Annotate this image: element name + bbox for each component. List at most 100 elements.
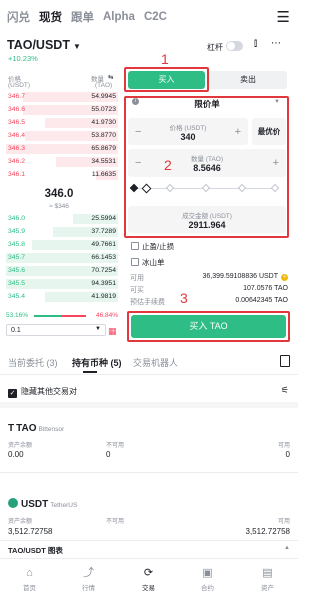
tab-alpha[interactable]: Alpha [103,11,135,23]
menu-icon[interactable]: ☰ [277,8,290,26]
chevron-up-icon: ▲ [284,545,290,551]
wallet-icon: ▤ [262,567,273,579]
col-balance: 资产余额 [8,443,33,449]
annotation-box-2 [124,96,289,238]
more-icon[interactable]: ⋯ [271,38,281,49]
ask-price: 346.1 [8,171,26,178]
tab-holdings[interactable]: 持有币种 (5) [72,356,122,369]
tab-copy-trading[interactable]: 跟单 [71,9,94,25]
ask-qty: 53.8770 [91,132,116,139]
bid-qty: 66.1453 [91,254,116,261]
ask-row[interactable]: 346.5 41.9730 [0,117,118,129]
candlestick-icon[interactable]: ⫾ [254,38,257,49]
nav-label: 资产 [261,585,274,592]
bid-qty: 37.7289 [91,228,116,235]
bid-qty: 70.7254 [91,267,116,274]
ask-price: 346.3 [8,145,26,152]
ask-qty: 41.9730 [91,119,116,126]
col-available: 可用 [277,443,290,449]
col-balance: 资产余额 [8,519,33,525]
nav-markets[interactable]: ⤴ 行情 [59,559,118,601]
col-unavailable: 不可用 [106,443,125,449]
ob-price-unit: (USDT) [8,82,31,89]
can-buy-value: 107.0576 TAO [243,285,288,292]
asset-name-tao: T TAO Bittensor [8,418,290,436]
hide-other-label: 隐藏其他交易对 [21,387,77,396]
hide-other-pairs-checkbox[interactable]: ✓ 隐藏其他交易对 [8,386,77,398]
filter-icon[interactable]: ⚟ [281,385,289,396]
ob-qty-unit: (TAO) [95,82,113,89]
top-nav: 闪兑 现货 跟单 Alpha C2C ☰ [0,0,298,34]
nav-assets[interactable]: ▤ 资产 [238,559,297,601]
fee-value: 0.00642345 TAO [235,297,288,304]
bid-row[interactable]: 345.4 41.9819 [0,291,118,303]
asset-symbol: USDT [21,499,49,510]
tao-icon: T [8,423,15,434]
available-label: 可用 [130,275,144,282]
bid-price: 345.5 [8,280,26,287]
add-funds-icon[interactable]: + [281,273,288,281]
asset-balance: 3,512.72758 [8,527,53,536]
asset-symbol: TAO [16,423,37,434]
annotation-number-1: 1 [161,51,169,67]
tab-trading-bots[interactable]: 交易机器人 [133,356,178,369]
bid-row[interactable]: 345.5 94.3951 [0,278,118,290]
document-icon[interactable] [280,355,290,367]
ask-row[interactable]: 346.3 65.8679 [0,143,118,155]
ask-row[interactable]: 346.6 55.0723 [0,104,118,116]
precision-select[interactable]: 0.1 ▼ [6,324,106,336]
bid-price: 346.0 [8,215,26,222]
depth-view-icon[interactable]: ▦ [108,326,117,337]
divider [0,472,298,473]
ask-qty: 55.0723 [91,106,116,113]
iceberg-checkbox[interactable]: 冰山单 [131,257,165,268]
ask-row[interactable]: 346.7 54.9945 [0,91,118,103]
bid-row[interactable]: 345.7 66.1453 [0,252,118,264]
ratio-bar [34,315,86,317]
tab-open-orders[interactable]: 当前委托 (3) [8,356,58,369]
pair-selector[interactable]: TAO/USDT ▼ [7,38,81,52]
bid-price: 345.9 [8,228,26,235]
bid-row[interactable]: 345.8 49.7661 [0,239,118,251]
ask-qty: 11.6635 [91,171,116,178]
fee-label: 预估手续费 [130,299,165,306]
chart-bar[interactable]: TAO/USDT 图表 ▲ [0,540,298,556]
divider [0,374,298,375]
precision-value: 0.1 [11,327,21,334]
active-tab-indicator [83,371,97,373]
col-available: 可用 [277,519,290,525]
asset-name-usdt: USDT TetherUS [8,494,290,512]
trade-icon: ⟳ [143,567,154,579]
ask-row[interactable]: 346.1 11.6635 [0,169,118,181]
nav-label: 行情 [82,585,95,592]
asset-available: 0 [285,450,290,459]
tab-convert[interactable]: 闪兑 [7,9,30,25]
swap-icon[interactable]: ⇆ [108,73,113,81]
bid-price: 345.4 [8,293,26,300]
nav-home[interactable]: ⌂ 首页 [0,559,59,601]
nav-futures[interactable]: ▣ 合约 [178,559,237,601]
markets-icon: ⤴ [83,567,94,579]
buy-sell-ratio: 53.16% 46.84% [6,312,118,320]
bid-price: 345.8 [8,241,26,248]
tab-c2c[interactable]: C2C [144,11,167,23]
bid-row[interactable]: 346.0 25.5994 [0,213,118,225]
bid-row[interactable]: 345.6 70.7254 [0,265,118,277]
nav-trade[interactable]: ⟳ 交易 [119,559,178,601]
ask-row[interactable]: 346.4 53.8770 [0,130,118,142]
nav-label: 交易 [142,585,155,592]
buy-ratio: 53.16% [6,312,29,319]
nav-label: 首页 [23,585,36,592]
asset-balance: 0.00 [8,450,24,459]
annotation-number-2: 2 [164,157,172,173]
section-divider [0,402,298,408]
ask-row[interactable]: 346.2 34.5531 [0,156,118,168]
bid-price: 345.7 [8,254,26,261]
available-value: 36,399.59108836 USDT [202,273,279,280]
bid-row[interactable]: 345.9 37.7289 [0,226,118,238]
available-row: 可用 36,399.59108836 USDT + [130,273,288,284]
leverage-toggle[interactable] [226,41,243,51]
sell-tab[interactable]: 卖出 [209,71,287,89]
take-profit-checkbox[interactable]: 止盈/止损 [131,241,174,252]
tab-spot[interactable]: 现货 [39,9,62,25]
